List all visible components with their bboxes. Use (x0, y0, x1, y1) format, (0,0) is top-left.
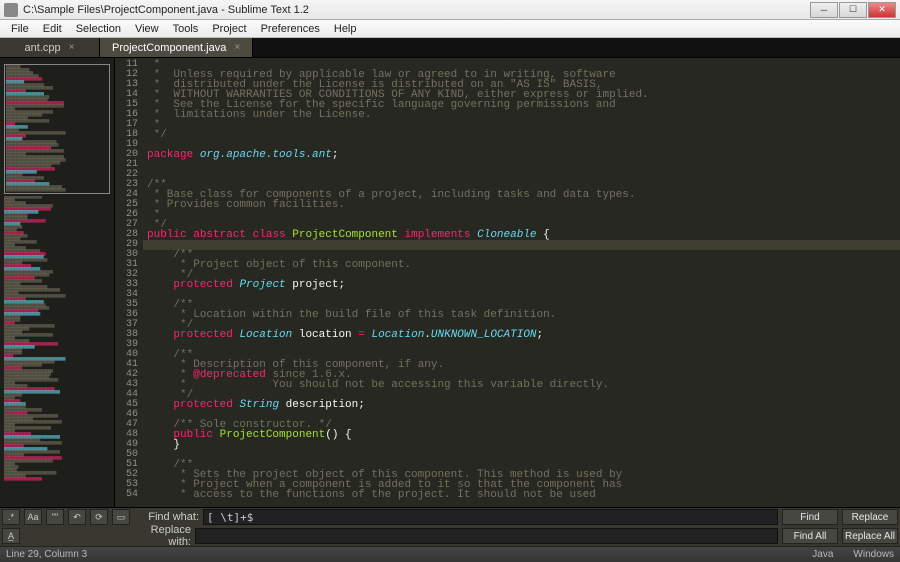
gutter: 1112131415161718192021222324252627282930… (115, 58, 143, 507)
close-button[interactable]: ✕ (868, 2, 896, 18)
app-icon (4, 3, 18, 17)
replace-all-button[interactable]: Replace All (842, 528, 898, 544)
workarea: ████████████████████████████████████████… (0, 58, 900, 507)
case-toggle[interactable]: Aa (24, 509, 42, 525)
menu-project[interactable]: Project (205, 21, 253, 37)
titlebar: C:\Sample Files\ProjectComponent.java - … (0, 0, 900, 20)
tab-file-1[interactable]: ProjectComponent.java × (100, 38, 253, 57)
find-what-label: Find what: (134, 511, 199, 523)
menu-view[interactable]: View (128, 21, 166, 37)
menu-selection[interactable]: Selection (69, 21, 128, 37)
reverse-toggle[interactable]: ↶ (68, 509, 86, 525)
wrap-toggle[interactable]: ⟳ (90, 509, 108, 525)
maximize-button[interactable]: ☐ (839, 2, 867, 18)
find-replace-panel: .* Aa "" ↶ ⟳ ▭ Find what: Find Replace A… (0, 507, 900, 546)
tab-label: ProjectComponent.java (112, 42, 226, 54)
syntax-mode[interactable]: Java (812, 549, 833, 560)
find-button[interactable]: Find (782, 509, 838, 525)
tab-close-icon[interactable]: × (69, 42, 75, 53)
line-endings[interactable]: Windows (853, 549, 894, 560)
whole-word-toggle[interactable]: "" (46, 509, 64, 525)
window-title: C:\Sample Files\ProjectComponent.java - … (23, 4, 810, 16)
tab-label: ant.cpp (25, 42, 61, 54)
cursor-position: Line 29, Column 3 (6, 549, 87, 560)
tab-close-icon[interactable]: × (234, 42, 240, 53)
menu-tools[interactable]: Tools (166, 21, 206, 37)
window-controls: ─ ☐ ✕ (810, 2, 896, 18)
menu-file[interactable]: File (4, 21, 36, 37)
editor-area[interactable]: 1112131415161718192021222324252627282930… (115, 58, 900, 507)
menu-help[interactable]: Help (327, 21, 364, 37)
find-input[interactable] (203, 509, 778, 525)
tab-bar: ant.cpp × ProjectComponent.java × (0, 38, 900, 58)
menubar: File Edit Selection View Tools Project P… (0, 20, 900, 38)
code-content[interactable]: * * Unless required by applicable law or… (143, 58, 900, 507)
tab-file-0[interactable]: ant.cpp × (0, 38, 100, 57)
minimize-button[interactable]: ─ (810, 2, 838, 18)
menu-preferences[interactable]: Preferences (254, 21, 327, 37)
replace-input[interactable] (195, 528, 778, 544)
regex-toggle[interactable]: .* (2, 509, 20, 525)
statusbar: Line 29, Column 3 Java Windows (0, 546, 900, 562)
replace-button[interactable]: Replace (842, 509, 898, 525)
in-selection-toggle[interactable]: ▭ (112, 509, 130, 525)
preserve-case-toggle[interactable]: A̲ (2, 528, 20, 544)
menu-edit[interactable]: Edit (36, 21, 69, 37)
find-all-button[interactable]: Find All (782, 528, 838, 544)
minimap[interactable]: ████████████████████████████████████████… (0, 58, 115, 507)
replace-with-label: Replace with: (126, 524, 191, 548)
